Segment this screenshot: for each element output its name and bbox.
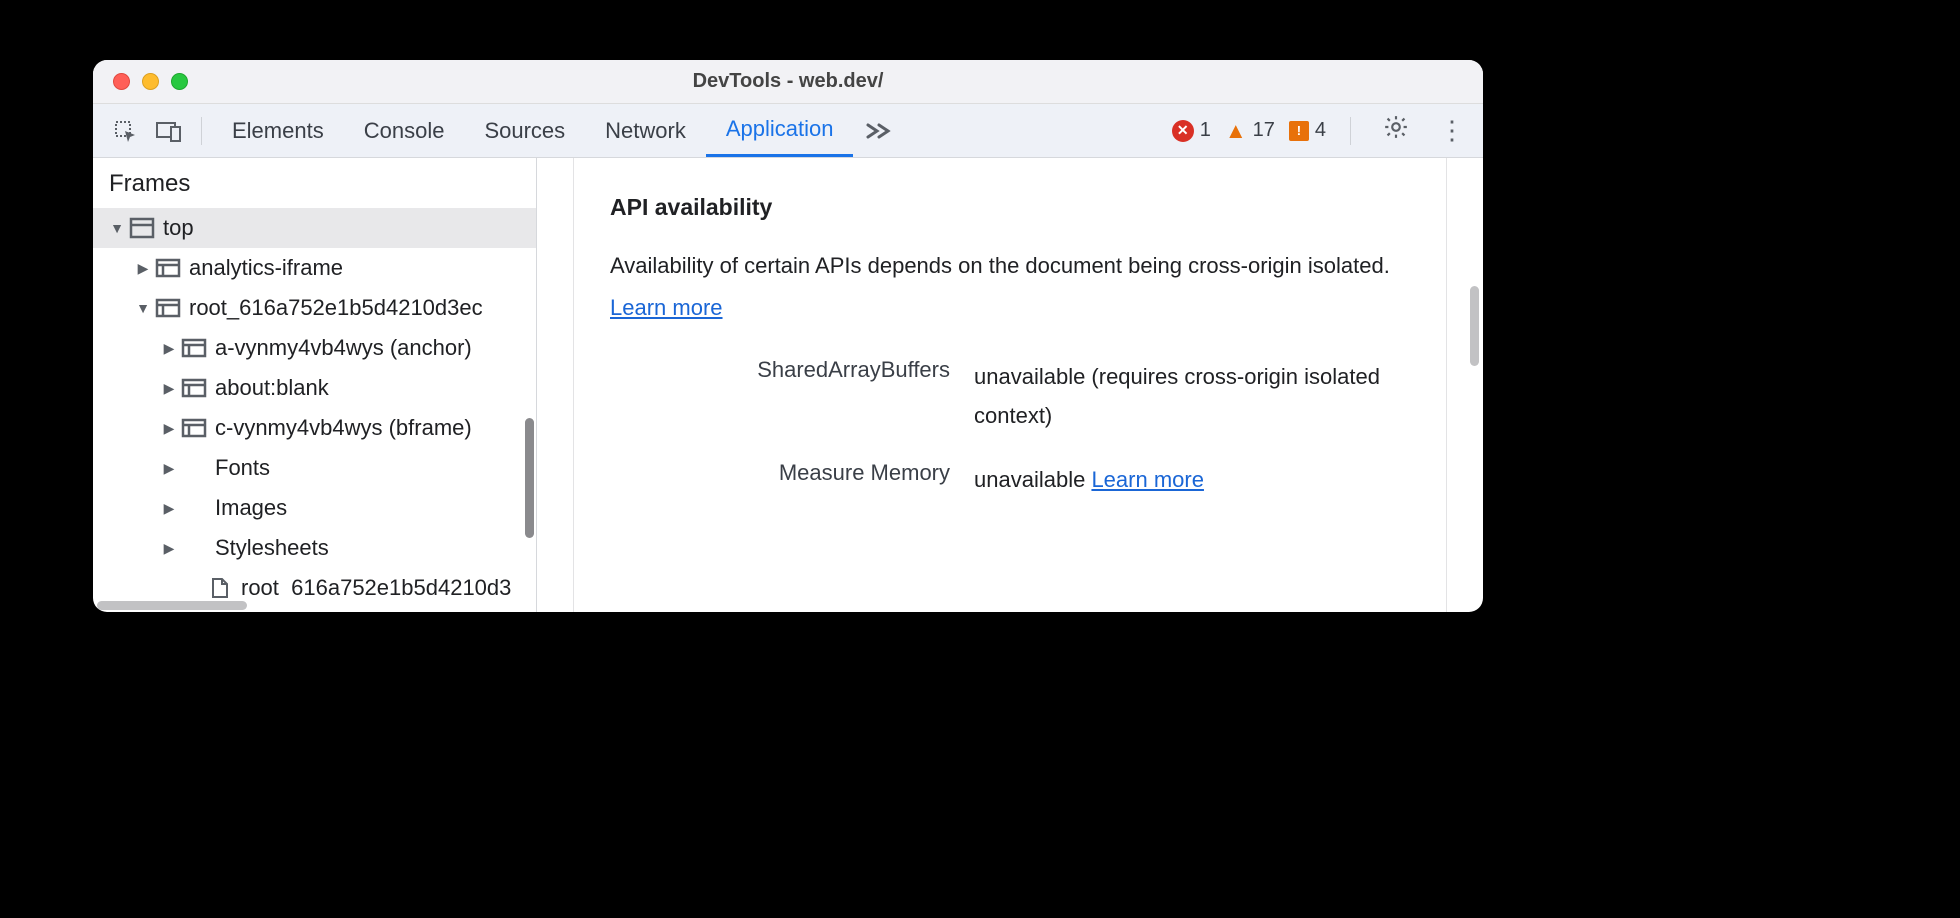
tree-label: Fonts xyxy=(215,455,270,481)
tree-row[interactable]: c-vynmy4vb4wys (bframe) xyxy=(93,408,536,448)
tree-twist-icon[interactable] xyxy=(161,380,177,397)
file-icon xyxy=(207,578,233,598)
tree-twist-icon[interactable] xyxy=(161,340,177,357)
settings-icon[interactable] xyxy=(1375,114,1417,147)
devtools-tabbar: ElementsConsoleSourcesNetworkApplication… xyxy=(93,104,1483,158)
frame-icon xyxy=(181,378,207,398)
tree-label: a-vynmy4vb4wys (anchor) xyxy=(215,335,472,361)
tree-row[interactable]: root_616a752e1b5d4210d3 xyxy=(93,568,536,598)
none-icon xyxy=(181,498,207,518)
api-row: SharedArrayBuffers unavailable (requires … xyxy=(610,357,1410,436)
main-panel: API availability Availability of certain… xyxy=(537,158,1483,612)
tree-row[interactable]: Fonts xyxy=(93,448,536,488)
toolbar-separator xyxy=(201,117,202,145)
api-row: Measure Memory unavailable Learn more xyxy=(610,460,1410,500)
tab-network[interactable]: Network xyxy=(585,104,706,157)
more-options-icon[interactable]: ⋮ xyxy=(1431,115,1473,146)
devtools-window: DevTools - web.dev/ ElementsConsoleSourc… xyxy=(93,60,1483,612)
tree-row[interactable]: analytics-iframe xyxy=(93,248,536,288)
api-availability-section: API availability Availability of certain… xyxy=(573,158,1447,612)
warning-icon: ▲ xyxy=(1225,118,1247,144)
tree-row[interactable]: top xyxy=(93,208,536,248)
tree-twist-icon[interactable] xyxy=(161,420,177,437)
minimize-window-button[interactable] xyxy=(142,73,159,90)
tree-twist-icon[interactable] xyxy=(109,220,125,236)
sidebar-title: Frames xyxy=(93,158,536,208)
info-icon: ! xyxy=(1289,121,1309,141)
frames-tree: top analytics-iframe root_616a752e1b5d4210… xyxy=(93,208,536,598)
error-icon: ✕ xyxy=(1172,120,1194,142)
tree-label: root_616a752e1b5d4210d3ec xyxy=(189,295,483,321)
none-icon xyxy=(181,458,207,478)
section-description: Availability of certain APIs depends on … xyxy=(610,245,1410,329)
frame-icon xyxy=(181,338,207,358)
error-count-value: 1 xyxy=(1200,119,1211,142)
learn-more-link[interactable]: Learn more xyxy=(610,295,723,320)
tab-elements[interactable]: Elements xyxy=(212,104,344,157)
tab-console[interactable]: Console xyxy=(344,104,465,157)
sidebar-hscrollbar[interactable] xyxy=(93,598,536,612)
tree-row[interactable]: root_616a752e1b5d4210d3ec xyxy=(93,288,536,328)
zoom-window-button[interactable] xyxy=(171,73,188,90)
window-title: DevTools - web.dev/ xyxy=(93,70,1483,93)
frame-icon xyxy=(155,298,181,318)
panel-tabs: ElementsConsoleSourcesNetworkApplication xyxy=(212,104,853,157)
section-desc-text: Availability of certain APIs depends on … xyxy=(610,253,1390,278)
inspect-element-icon[interactable] xyxy=(107,113,143,149)
tree-label: root_616a752e1b5d4210d3 xyxy=(241,575,511,598)
more-tabs-button[interactable] xyxy=(853,104,903,157)
tree-label: Stylesheets xyxy=(215,535,329,561)
tree-twist-icon[interactable] xyxy=(161,540,177,557)
frame-icon xyxy=(155,258,181,278)
close-window-button[interactable] xyxy=(113,73,130,90)
section-title: API availability xyxy=(610,194,1410,221)
error-count[interactable]: ✕ 1 xyxy=(1172,119,1211,142)
tab-sources[interactable]: Sources xyxy=(464,104,585,157)
tree-twist-icon[interactable] xyxy=(135,300,151,316)
tree-label: analytics-iframe xyxy=(189,255,343,281)
tabbar-right: ✕ 1 ▲ 17 ! 4 ⋮ xyxy=(1172,114,1473,147)
tree-label: about:blank xyxy=(215,375,329,401)
tree-twist-icon[interactable] xyxy=(135,260,151,277)
frame-icon xyxy=(181,418,207,438)
api-table: SharedArrayBuffers unavailable (requires … xyxy=(610,357,1410,500)
main-vscrollbar[interactable] xyxy=(1467,166,1481,604)
toolbar-separator xyxy=(1350,117,1351,145)
tree-row[interactable]: Stylesheets xyxy=(93,528,536,568)
warning-count[interactable]: ▲ 17 xyxy=(1225,118,1275,144)
tree-label: top xyxy=(163,215,194,241)
info-count-value: 4 xyxy=(1315,119,1326,142)
body-split: Frames top analytics-iframe root_616a752e1… xyxy=(93,158,1483,612)
tab-application[interactable]: Application xyxy=(706,104,854,157)
tree-row[interactable]: about:blank xyxy=(93,368,536,408)
tree-row[interactable]: Images xyxy=(93,488,536,528)
api-row-label: Measure Memory xyxy=(610,460,950,486)
tree-label: Images xyxy=(215,495,287,521)
traffic-lights xyxy=(93,73,188,90)
tree-label: c-vynmy4vb4wys (bframe) xyxy=(215,415,472,441)
window-icon xyxy=(129,218,155,238)
frames-sidebar: Frames top analytics-iframe root_616a752e1… xyxy=(93,158,537,612)
titlebar: DevTools - web.dev/ xyxy=(93,60,1483,104)
learn-more-link[interactable]: Learn more xyxy=(1091,467,1204,492)
sidebar-vscrollbar[interactable] xyxy=(522,218,536,598)
tree-twist-icon[interactable] xyxy=(161,500,177,517)
api-row-value: unavailable Learn more xyxy=(974,460,1410,500)
api-row-value: unavailable (requires cross-origin isola… xyxy=(974,357,1410,436)
warning-count-value: 17 xyxy=(1253,119,1275,142)
none-icon xyxy=(181,538,207,558)
tree-twist-icon[interactable] xyxy=(161,460,177,477)
info-count[interactable]: ! 4 xyxy=(1289,119,1326,142)
api-row-label: SharedArrayBuffers xyxy=(610,357,950,383)
tree-row[interactable]: a-vynmy4vb4wys (anchor) xyxy=(93,328,536,368)
device-toolbar-icon[interactable] xyxy=(151,113,187,149)
